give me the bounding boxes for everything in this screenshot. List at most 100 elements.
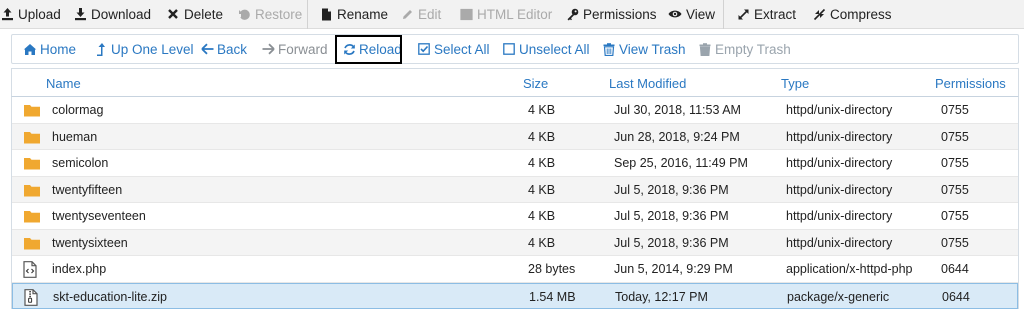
file-name[interactable]: skt-education-lite.zip (53, 290, 167, 304)
file-name[interactable]: colormag (52, 103, 103, 117)
close-icon (166, 7, 180, 21)
table-row[interactable]: semicolon 4 KB Sep 25, 2016, 11:49 PM httpd… (12, 150, 1018, 177)
file-last-modified: Jun 28, 2018, 9:24 PM (614, 129, 740, 144)
file-name[interactable]: hueman (52, 130, 97, 144)
file-last-modified: Jun 5, 2014, 9:29 PM (614, 262, 733, 276)
unselect-all-button[interactable]: Unselect All (502, 35, 590, 63)
refresh-icon (342, 42, 356, 56)
expand-icon (736, 7, 750, 21)
file-permissions: 0755 (941, 182, 969, 197)
compress-label: Compress (830, 6, 892, 22)
compress-button[interactable]: Compress (812, 0, 892, 29)
table-row[interactable]: colormag 4 KB Jul 30, 2018, 11:53 AM httpd/… (12, 97, 1018, 124)
file-size: 4 KB (528, 182, 556, 197)
download-label: Download (91, 6, 152, 22)
back-button[interactable]: Back (200, 35, 247, 63)
file-permissions: 0755 (941, 103, 969, 117)
file-size: 4 KB (528, 209, 556, 223)
file-type: httpd/unix-directory (786, 182, 893, 197)
home-button[interactable]: Home (23, 35, 76, 63)
file-name[interactable]: semicolon (52, 156, 108, 170)
folder-icon (23, 208, 41, 224)
arrow-right-icon (261, 42, 275, 56)
pencil-icon (400, 7, 414, 21)
column-header-last-modified[interactable]: Last Modified (609, 76, 686, 91)
column-header-permissions[interactable]: Permissions (935, 76, 1006, 91)
up-one-level-button[interactable]: Up One Level (94, 35, 194, 63)
table-row[interactable]: twentyfifteen 4 KB Jul 5, 2018, 9:36 PM htt… (12, 176, 1018, 203)
table-row[interactable]: twentyseventeen 4 KB Jul 5, 2018, 9:36 PM h… (12, 203, 1018, 230)
file-permissions: 0644 (941, 262, 969, 276)
permissions-label: Permissions (583, 6, 657, 22)
zip-file-icon (24, 288, 42, 306)
column-header-type[interactable]: Type (781, 76, 809, 91)
file-type: package/x-generic (787, 289, 890, 304)
file-table-body: colormag 4 KB Jul 30, 2018, 11:53 AM httpd/… (11, 97, 1019, 309)
restore-button[interactable]: Restore (237, 0, 302, 29)
toolbar-divider (307, 0, 308, 29)
forward-button[interactable]: Forward (261, 35, 328, 63)
table-row[interactable]: skt-education-lite.zip 1.54 MB Today, 12:1… (12, 282, 1018, 309)
navigation-toolbar: Home Up One Level Back Forward Reload Se… (11, 34, 1019, 64)
permissions-button[interactable]: Permissions (565, 0, 657, 29)
file-last-modified: Today, 12:17 PM (615, 289, 708, 304)
arrow-left-icon (200, 42, 214, 56)
level-up-icon (94, 42, 108, 56)
table-row[interactable]: index.php 28 bytes Jun 5, 2014, 9:29 PM app… (12, 256, 1018, 283)
view-trash-label: View Trash (619, 41, 686, 57)
file-size: 4 KB (528, 129, 556, 144)
undo-icon (237, 7, 251, 21)
file-icon (319, 7, 333, 21)
select-all-button[interactable]: Select All (417, 35, 490, 63)
upload-label: Upload (18, 6, 61, 22)
back-label: Back (217, 41, 248, 57)
folder-icon (23, 182, 41, 198)
view-button[interactable]: View (668, 0, 715, 29)
file-size: 4 KB (528, 235, 556, 250)
reload-label: Reload (359, 41, 402, 57)
file-name[interactable]: twentysixteen (52, 236, 128, 250)
select-all-label: Select All (434, 41, 490, 57)
file-name[interactable]: twentyseventeen (52, 209, 146, 223)
home-label: Home (40, 41, 77, 57)
file-last-modified: Jul 5, 2018, 9:36 PM (614, 235, 729, 250)
folder-icon (23, 155, 41, 171)
file-name[interactable]: twentyfifteen (52, 183, 122, 197)
file-permissions: 0755 (941, 209, 969, 223)
edit-button[interactable]: Edit (400, 0, 441, 29)
html-editor-label: HTML Editor (477, 6, 553, 22)
eye-icon (668, 7, 682, 21)
column-header-name[interactable]: Name (46, 76, 81, 91)
file-last-modified: Jul 5, 2018, 9:36 PM (614, 182, 729, 197)
empty-trash-label: Empty Trash (715, 41, 791, 57)
empty-trash-button[interactable]: Empty Trash (698, 35, 791, 63)
file-name[interactable]: index.php (52, 262, 106, 276)
extract-button[interactable]: Extract (736, 0, 796, 29)
forward-label: Forward (278, 41, 328, 57)
restore-label: Restore (255, 6, 303, 22)
rename-button[interactable]: Rename (319, 0, 388, 29)
checkbox-checked-icon (417, 42, 431, 56)
trash-icon (602, 42, 616, 56)
file-type: httpd/unix-directory (786, 156, 893, 170)
rename-label: Rename (337, 6, 389, 22)
reload-button[interactable]: Reload (342, 35, 402, 63)
html-editor-button[interactable]: HTML Editor (459, 0, 552, 29)
file-size: 1.54 MB (529, 289, 576, 304)
upload-button[interactable]: Upload (0, 0, 61, 29)
key-icon (565, 7, 579, 21)
folder-icon (23, 102, 41, 118)
checkbox-empty-icon (502, 42, 516, 56)
table-row[interactable]: hueman 4 KB Jun 28, 2018, 9:24 PM httpd/uni… (12, 123, 1018, 150)
delete-button[interactable]: Delete (166, 0, 223, 29)
download-button[interactable]: Download (73, 0, 151, 29)
home-icon (23, 42, 37, 56)
upload-icon (0, 7, 14, 21)
file-size: 4 KB (528, 103, 556, 117)
trash-icon (698, 42, 712, 56)
table-row[interactable]: twentysixteen 4 KB Jul 5, 2018, 9:36 PM htt… (12, 229, 1018, 256)
edit-label: Edit (418, 6, 442, 22)
view-trash-button[interactable]: View Trash (602, 35, 686, 63)
column-header-size[interactable]: Size (523, 76, 548, 91)
view-label: View (686, 6, 716, 22)
